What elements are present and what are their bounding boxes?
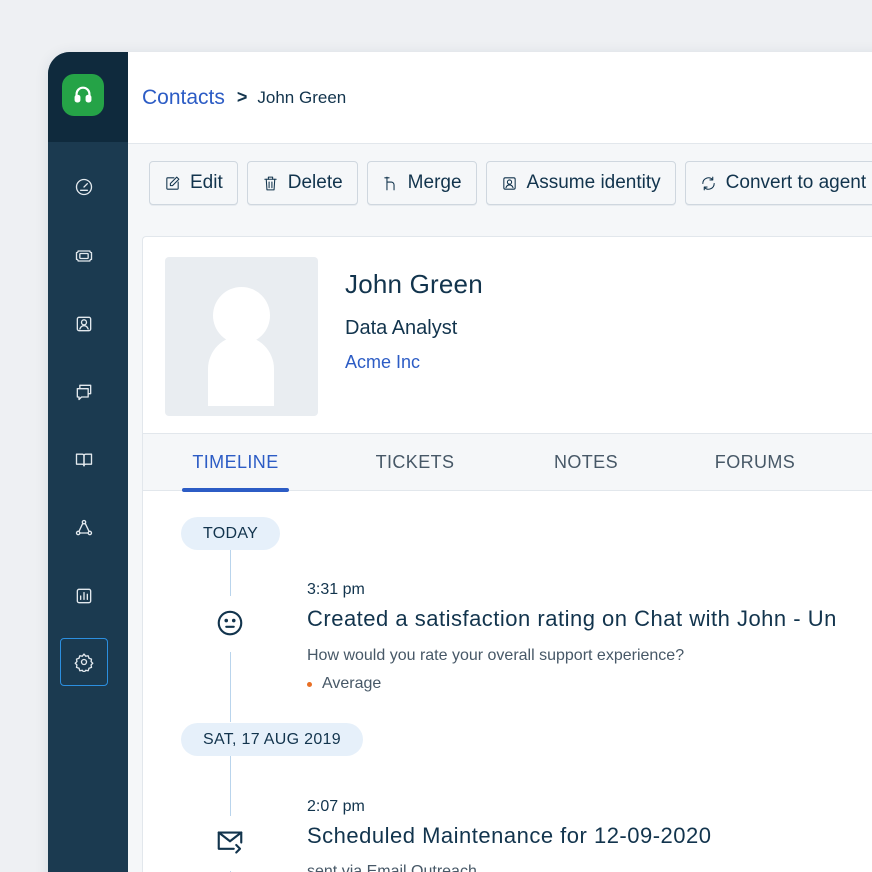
reports-icon[interactable] xyxy=(60,572,108,620)
app-window: Contacts > John Green Edit Delete Merge … xyxy=(48,52,872,872)
timeline-connector xyxy=(230,550,231,596)
convert-to-agent-button[interactable]: Convert to agent xyxy=(684,161,872,205)
brand-area xyxy=(48,52,128,142)
convert-icon xyxy=(701,176,715,190)
delete-label: Delete xyxy=(287,172,343,193)
rating-label: Average xyxy=(322,675,382,692)
breadcrumb-current: John Green xyxy=(257,87,347,107)
avatar-placeholder xyxy=(165,257,318,416)
conversations-icon[interactable] xyxy=(60,368,108,416)
tab-notes[interactable]: NOTES xyxy=(543,434,629,491)
contact-card: John Green Data Analyst Acme Inc TIMELIN… xyxy=(142,236,872,872)
merge-label: Merge xyxy=(407,172,462,193)
event-title[interactable]: Scheduled Maintenance for 12-09-2020 xyxy=(307,823,712,849)
contacts-icon[interactable] xyxy=(60,300,108,348)
rating-value: Average xyxy=(307,675,381,693)
merge-button[interactable]: Merge xyxy=(366,161,477,205)
tab-timeline[interactable]: TIMELINE xyxy=(182,434,289,492)
date-pill-today: TODAY xyxy=(181,517,281,550)
event-time: 2:07 pm xyxy=(307,798,365,815)
network-icon[interactable] xyxy=(60,504,108,552)
dashboard-icon[interactable] xyxy=(60,163,108,211)
knowledge-base-icon[interactable] xyxy=(60,436,108,484)
avatar-body-shape xyxy=(208,336,274,406)
convert-to-agent-label: Convert to agent xyxy=(725,172,867,193)
activity-timeline: TODAY 3:31 pm Created a satisfaction rat… xyxy=(143,491,872,872)
rating-dot xyxy=(307,681,312,687)
mail-icon xyxy=(213,823,247,857)
breadcrumb-contacts-link[interactable]: Contacts xyxy=(142,86,225,110)
action-toolbar: Edit Delete Merge Assume identity Conver… xyxy=(128,144,872,222)
smiley-icon xyxy=(213,606,247,640)
tab-tickets[interactable]: TICKETS xyxy=(363,434,467,491)
event-description: How would you rate your overall support … xyxy=(307,647,685,664)
settings-icon[interactable] xyxy=(60,638,108,686)
event-title[interactable]: Created a satisfaction rating on Chat wi… xyxy=(307,606,837,632)
timeline-connector xyxy=(230,652,231,722)
breadcrumb-separator: > xyxy=(236,87,248,107)
contact-name: John Green xyxy=(345,269,483,299)
identity-icon xyxy=(502,176,516,190)
delete-button[interactable]: Delete xyxy=(246,161,358,205)
sidebar xyxy=(48,52,128,872)
event-description: sent via Email Outreach xyxy=(307,863,477,872)
header: Contacts > John Green xyxy=(128,52,872,144)
edit-button[interactable]: Edit xyxy=(149,161,238,205)
tickets-icon[interactable] xyxy=(60,232,108,280)
edit-icon xyxy=(166,176,180,190)
timeline-connector xyxy=(230,755,231,816)
assume-identity-button[interactable]: Assume identity xyxy=(485,161,676,205)
assume-identity-label: Assume identity xyxy=(526,172,661,193)
event-time: 3:31 pm xyxy=(307,581,365,598)
headset-logo-icon[interactable] xyxy=(62,74,104,116)
contact-tabs: TIMELINE TICKETS NOTES FORUMS xyxy=(143,433,872,492)
merge-icon xyxy=(383,176,395,190)
date-pill-aug-17: SAT, 17 AUG 2019 xyxy=(181,723,363,756)
edit-label: Edit xyxy=(190,172,223,193)
tab-forums[interactable]: FORUMS xyxy=(703,434,807,491)
trash-icon xyxy=(264,176,277,190)
contact-profile: John Green Data Analyst Acme Inc xyxy=(143,237,872,433)
contact-company-link[interactable]: Acme Inc xyxy=(345,352,420,373)
contact-job-title: Data Analyst xyxy=(345,317,458,339)
